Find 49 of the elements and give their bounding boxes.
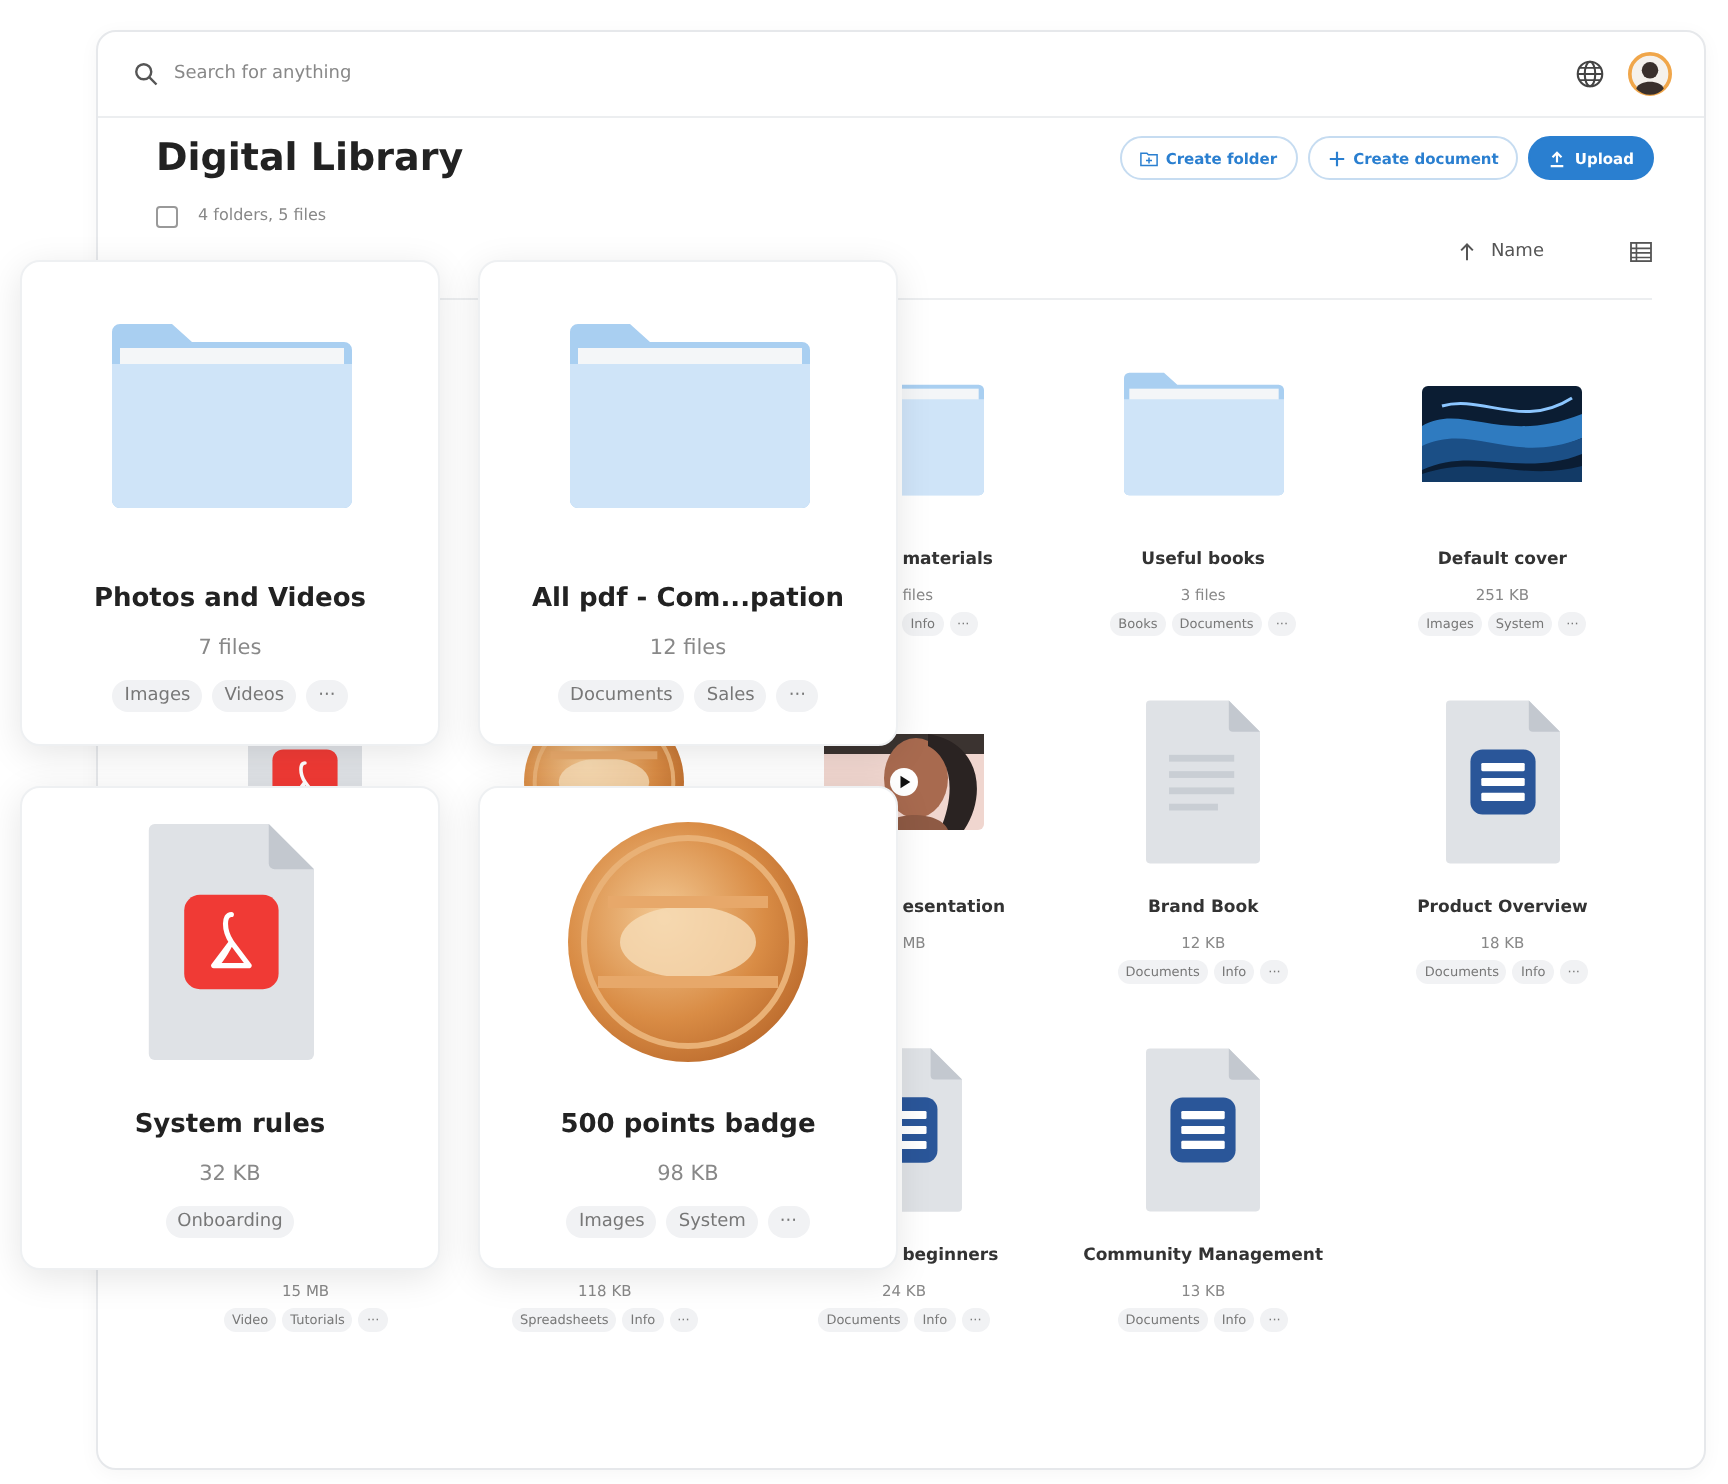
sort-button[interactable]: Name xyxy=(1490,242,1544,262)
tag[interactable]: Sales xyxy=(694,680,767,712)
tag[interactable]: Videos xyxy=(212,680,297,712)
tag[interactable]: Images xyxy=(566,1206,657,1238)
arrow-up-icon[interactable] xyxy=(1458,242,1477,262)
play-icon[interactable] xyxy=(889,768,918,796)
plus-icon xyxy=(1327,149,1346,167)
folder-icon xyxy=(567,324,809,508)
file-size: 98 KB xyxy=(657,1160,719,1188)
tag[interactable]: Onboarding xyxy=(165,1206,295,1238)
search-icon xyxy=(134,62,158,86)
file-name: Photos and Videos xyxy=(93,582,367,618)
file-size: 32 KB xyxy=(199,1160,261,1188)
document-icon xyxy=(1146,700,1261,864)
more-button[interactable]: ··· xyxy=(776,680,818,712)
folder-icon xyxy=(109,324,351,508)
more-button[interactable]: ··· xyxy=(767,1206,810,1238)
select-all-checkbox[interactable] xyxy=(156,206,178,228)
avatar[interactable] xyxy=(1628,52,1672,96)
file-name: System rules xyxy=(134,1108,326,1144)
list-view-icon[interactable] xyxy=(1630,242,1652,262)
file-name: Product Overview xyxy=(1417,898,1588,918)
document-icon xyxy=(1146,1048,1261,1212)
file-size: 12 files xyxy=(649,634,727,662)
file-name: 500 points badge xyxy=(560,1108,816,1144)
upload-icon xyxy=(1548,149,1567,167)
document-icon xyxy=(902,1048,963,1212)
file-name: esentation xyxy=(902,898,1005,918)
folder-icon xyxy=(1123,372,1284,496)
item-count: 4 folders, 5 files xyxy=(198,206,327,226)
file-name: beginners xyxy=(902,1246,999,1266)
tag[interactable]: Images xyxy=(112,680,203,712)
globe-icon[interactable] xyxy=(1576,60,1604,88)
file-name: materials xyxy=(902,550,993,570)
file-name: Useful books xyxy=(1141,550,1265,570)
file-name: All pdf - Com...pation xyxy=(532,582,844,618)
page-title: Digital Library xyxy=(156,136,466,180)
file-size: 7 files xyxy=(198,634,262,662)
file-name: Default cover xyxy=(1437,550,1567,570)
file-name: Brand Book xyxy=(1147,898,1259,918)
file-card[interactable]: 500 points badge 98 KB Images System ··· xyxy=(478,786,898,1270)
tag[interactable]: System xyxy=(666,1206,758,1238)
file-card[interactable]: Photos and Videos 7 files Images Videos ··· xyxy=(20,260,440,746)
folder-plus-icon xyxy=(1139,149,1158,167)
file-card[interactable]: All pdf - Com...pation 12 files Documents Sales ··· xyxy=(478,260,898,746)
document-icon xyxy=(1445,700,1560,864)
more-button[interactable]: ··· xyxy=(306,680,348,712)
file-name: Community Management xyxy=(1083,1246,1324,1266)
file-card[interactable]: System rules 32 KB Onboarding xyxy=(20,786,440,1270)
